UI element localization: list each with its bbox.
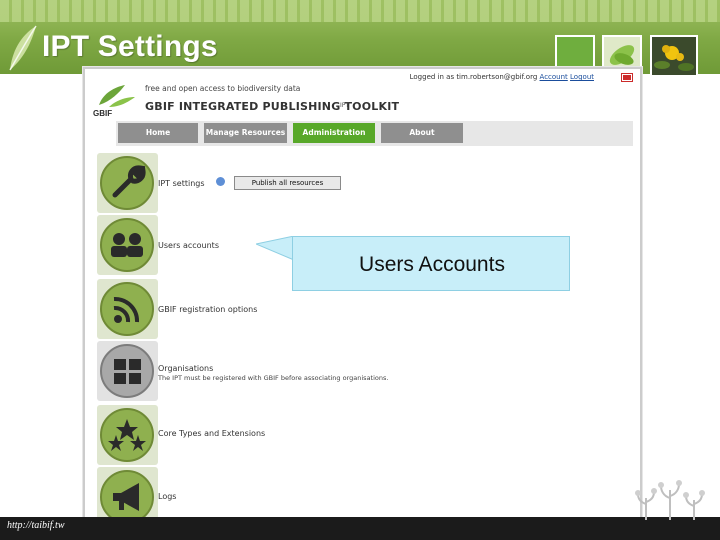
logs-link[interactable]: Logs xyxy=(158,492,176,501)
ipt-settings-link[interactable]: IPT settings xyxy=(158,179,205,188)
tab-administration[interactable]: Administration xyxy=(293,123,375,143)
plants-decoration-icon xyxy=(635,480,705,520)
tab-about[interactable]: About xyxy=(381,123,463,143)
core-types-link[interactable]: Core Types and Extensions xyxy=(158,429,265,438)
tab-manage-resources[interactable]: Manage Resources xyxy=(204,123,287,143)
slide-header: IPT Settings xyxy=(0,0,720,77)
logo-text: GBIF xyxy=(93,109,112,118)
organisations-link[interactable]: Organisations xyxy=(158,364,213,373)
slide-footer xyxy=(0,517,720,540)
main-nav: Home Manage Resources Administration Abo… xyxy=(116,121,633,146)
callout-box: Users Accounts xyxy=(292,236,570,291)
login-status-text: Logged in as tim.robertson@gbif.org xyxy=(409,73,538,81)
header-stripe xyxy=(0,0,720,22)
rss-icon[interactable] xyxy=(97,279,158,339)
publish-all-button[interactable]: Publish all resources xyxy=(234,176,341,190)
gbif-registration-link[interactable]: GBIF registration options xyxy=(158,305,257,314)
gbif-logo: GBIF xyxy=(93,85,135,118)
logout-link[interactable]: Logout xyxy=(570,73,594,81)
ipt-admin-screenshot: Logged in as tim.robertson@gbif.org Acco… xyxy=(83,67,642,535)
stars-icon[interactable] xyxy=(97,405,158,465)
brand-title: GBIF INTEGRATED PUBLISHING TOOLKIT xyxy=(145,100,400,113)
users-accounts-link[interactable]: Users accounts xyxy=(158,241,219,250)
login-status: Logged in as tim.robertson@gbif.org Acco… xyxy=(410,73,594,81)
account-link[interactable]: Account xyxy=(540,73,568,81)
brand-superscript: IPT xyxy=(340,102,350,109)
info-icon xyxy=(216,177,225,186)
organisation-icon[interactable] xyxy=(97,341,158,401)
language-flag-icon[interactable] xyxy=(621,73,633,82)
slide-title: IPT Settings xyxy=(42,30,218,63)
tab-home[interactable]: Home xyxy=(118,123,198,143)
slide: IPT Settings Logged in as tim.robertson@… xyxy=(0,0,720,540)
callout-text: Users Accounts xyxy=(359,253,505,276)
leaf-icon xyxy=(9,25,37,71)
callout-pointer xyxy=(256,236,295,261)
flower-photo-thumbnail xyxy=(650,35,698,77)
footer-url: http://taibif.tw xyxy=(7,520,65,531)
organisations-note: The IPT must be registered with GBIF bef… xyxy=(158,374,389,382)
wrench-icon[interactable] xyxy=(97,153,158,213)
users-icon[interactable] xyxy=(97,215,158,275)
brand-tagline: free and open access to biodiversity dat… xyxy=(145,84,301,93)
